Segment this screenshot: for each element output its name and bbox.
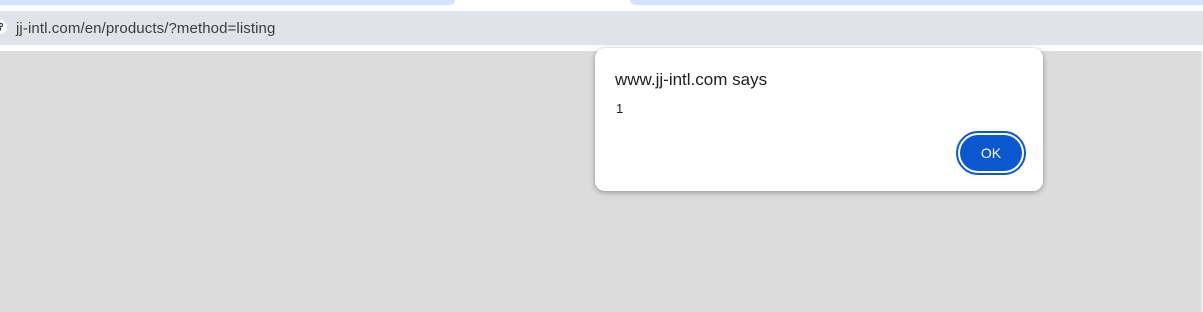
- tab-inactive-left[interactable]: [0, 0, 455, 5]
- browser-toolbar: jj-intl.com/en/products/?method=listing: [0, 11, 1203, 51]
- dialog-message: 1: [616, 101, 624, 116]
- address-bar[interactable]: jj-intl.com/en/products/?method=listing: [0, 11, 1203, 45]
- ok-button[interactable]: OK: [960, 135, 1022, 171]
- dialog-title: www.jj-intl.com says: [615, 70, 768, 89]
- site-info-icon[interactable]: [0, 20, 7, 34]
- url-text[interactable]: jj-intl.com/en/products/?method=listing: [16, 20, 275, 37]
- ok-button-focus-ring: OK: [956, 131, 1026, 175]
- tab-strip: [0, 0, 1203, 11]
- alert-dialog: www.jj-intl.com says 1 OK: [595, 48, 1043, 191]
- tune-icon: [0, 22, 4, 31]
- tab-inactive-right[interactable]: [630, 0, 1203, 5]
